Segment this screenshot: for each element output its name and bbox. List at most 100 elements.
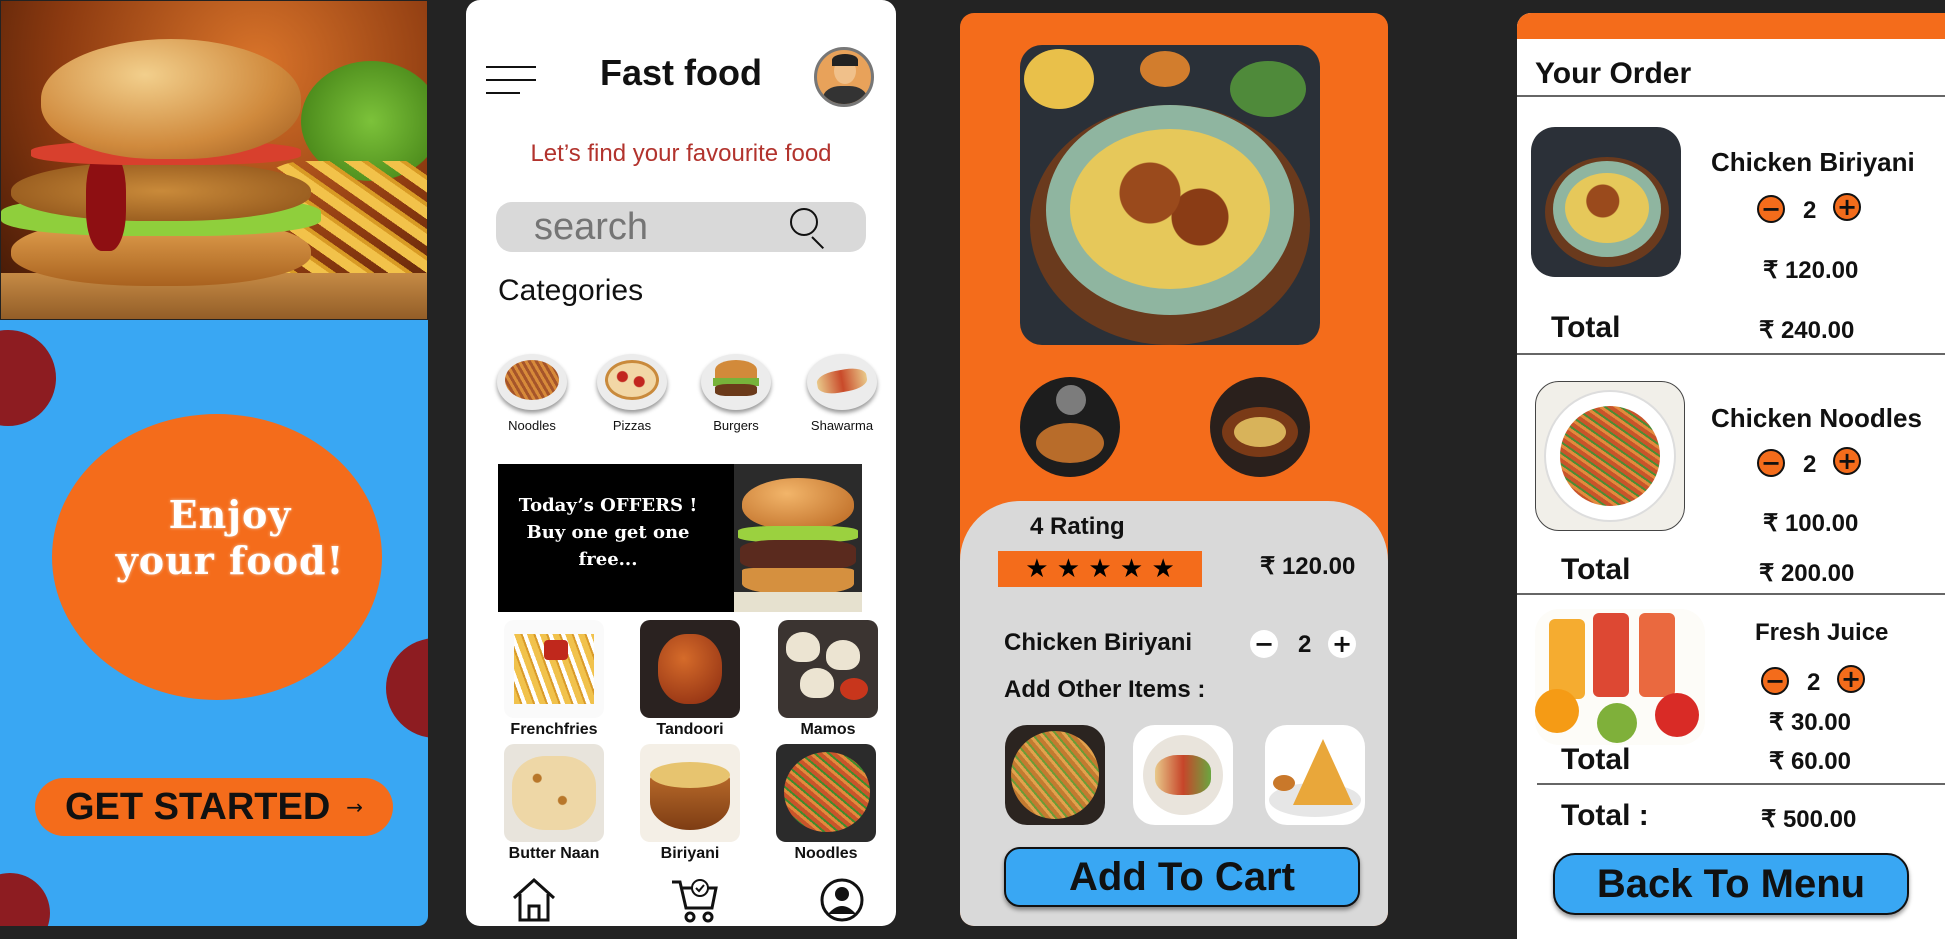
increment-button[interactable]: + bbox=[1833, 193, 1861, 221]
frenchfries-image bbox=[504, 620, 604, 718]
price-text: ₹ 120.00 bbox=[1260, 553, 1356, 580]
item-label: Tandoori bbox=[656, 721, 724, 738]
unit-price: ₹ 100.00 bbox=[1763, 510, 1859, 537]
item-total: ₹ 240.00 bbox=[1759, 317, 1855, 344]
quantity-value: 2 bbox=[1298, 631, 1312, 658]
get-started-label: GET STARTED bbox=[64, 785, 331, 828]
home-screen: Fast food Let’s find your favourite food… bbox=[466, 0, 896, 926]
quantity-value: 2 bbox=[1803, 197, 1817, 224]
home-icon[interactable] bbox=[510, 876, 558, 922]
order-screen: Your Order Chicken Biriyani − 2 + ₹ 120.… bbox=[1517, 13, 1945, 939]
search-bar bbox=[496, 202, 866, 252]
burger-image bbox=[701, 354, 771, 410]
item-butter-naan[interactable]: Butter Naan bbox=[502, 744, 606, 863]
total-label: Total bbox=[1551, 311, 1621, 344]
offer-text: Today’s OFFERS ! Buy one get one free... bbox=[518, 495, 698, 570]
order-item-name: Chicken Noodles bbox=[1711, 403, 1922, 433]
order-item-name: Chicken Biriyani bbox=[1711, 147, 1915, 177]
categories-heading: Categories bbox=[498, 274, 644, 307]
item-total: ₹ 60.00 bbox=[1769, 748, 1851, 775]
profile-icon[interactable] bbox=[820, 878, 864, 922]
item-frenchfries[interactable]: Frenchfries bbox=[502, 620, 606, 739]
category-label: Noodles bbox=[508, 418, 556, 433]
dish-name: Chicken Biriyani bbox=[1004, 629, 1193, 656]
category-pizzas[interactable]: Pizzas bbox=[592, 354, 672, 433]
biriyani-bowl-image bbox=[640, 744, 740, 842]
decor-circle bbox=[386, 638, 428, 738]
splash-screen: Enjoy your food! GET STARTED → bbox=[0, 0, 428, 926]
splash-headline: Enjoy your food! bbox=[115, 492, 345, 583]
item-tandoori[interactable]: Tandoori bbox=[638, 620, 742, 739]
quantity-value: 2 bbox=[1803, 451, 1817, 478]
category-shawarma[interactable]: Shawarma bbox=[800, 354, 884, 433]
total-label: Total bbox=[1561, 553, 1631, 586]
item-label: Mamos bbox=[800, 721, 856, 738]
item-total: ₹ 200.00 bbox=[1759, 560, 1855, 587]
order-item-image-biriyani bbox=[1531, 127, 1681, 277]
item-biriyani[interactable]: Biriyani bbox=[638, 744, 742, 863]
header-band bbox=[1517, 13, 1945, 39]
decrement-button[interactable]: − bbox=[1250, 630, 1278, 658]
biriyani-thumb-1[interactable] bbox=[1020, 377, 1120, 477]
item-noodles[interactable]: Noodles bbox=[774, 744, 878, 863]
category-burgers[interactable]: Burgers bbox=[696, 354, 776, 433]
order-item-image-juice bbox=[1535, 609, 1705, 745]
divider bbox=[1537, 783, 1945, 785]
butter-naan-image bbox=[504, 744, 604, 842]
quantity-value: 2 bbox=[1807, 669, 1821, 696]
add-items-label: Add Other Items : bbox=[1004, 676, 1206, 703]
decrement-button[interactable]: − bbox=[1757, 195, 1785, 223]
biriyani-main-image bbox=[1020, 45, 1320, 345]
grand-total: ₹ 500.00 bbox=[1761, 806, 1857, 833]
unit-price: ₹ 120.00 bbox=[1763, 257, 1859, 284]
item-label: Frenchfries bbox=[510, 721, 598, 738]
cart-icon[interactable] bbox=[670, 876, 720, 924]
pizza-image bbox=[597, 354, 667, 410]
decrement-button[interactable]: − bbox=[1761, 667, 1789, 695]
rating-stars: ★ ★ ★ ★ ★ bbox=[998, 551, 1202, 587]
item-label: Noodles bbox=[794, 845, 858, 862]
add-item-shawarma[interactable] bbox=[1133, 725, 1233, 825]
get-started-button[interactable]: GET STARTED → bbox=[35, 778, 393, 836]
category-label: Shawarma bbox=[810, 418, 874, 433]
total-label: Total bbox=[1561, 743, 1631, 776]
decrement-button[interactable]: − bbox=[1757, 449, 1785, 477]
category-label: Pizzas bbox=[612, 418, 652, 433]
add-item-dosa[interactable] bbox=[1265, 725, 1365, 825]
rating-label: 4 Rating bbox=[1030, 513, 1125, 540]
decor-circle bbox=[0, 330, 56, 426]
page-subtitle: Let’s find your favourite food bbox=[530, 140, 832, 167]
detail-screen: 4 Rating ★ ★ ★ ★ ★ ₹ 120.00 Chicken Biri… bbox=[960, 13, 1388, 926]
arrow-right-icon: → bbox=[346, 795, 364, 819]
avatar[interactable] bbox=[814, 47, 874, 107]
divider bbox=[1517, 353, 1945, 355]
divider bbox=[1517, 95, 1945, 97]
unit-price: ₹ 30.00 bbox=[1769, 709, 1851, 736]
search-icon[interactable] bbox=[786, 206, 830, 250]
offer-banner[interactable]: Today’s OFFERS ! Buy one get one free... bbox=[498, 464, 862, 612]
category-noodles[interactable]: Noodles bbox=[492, 354, 572, 433]
offer-burger-image bbox=[734, 464, 862, 612]
item-mamos[interactable]: Mamos bbox=[776, 620, 880, 739]
search-input[interactable] bbox=[534, 208, 784, 246]
add-to-cart-button[interactable]: Add To Cart bbox=[1004, 847, 1360, 907]
tandoori-image bbox=[640, 620, 740, 718]
back-to-menu-button[interactable]: Back To Menu bbox=[1553, 853, 1909, 915]
grand-total-label: Total : bbox=[1561, 799, 1649, 832]
item-label: Biriyani bbox=[660, 845, 720, 862]
order-item-image-noodles bbox=[1535, 381, 1685, 531]
bottom-nav bbox=[466, 872, 896, 926]
noodles-image bbox=[497, 354, 567, 410]
category-label: Burgers bbox=[713, 418, 759, 433]
increment-button[interactable]: + bbox=[1837, 665, 1865, 693]
noodles-plate-image bbox=[776, 744, 876, 842]
order-heading: Your Order bbox=[1535, 57, 1692, 90]
divider bbox=[1517, 593, 1945, 595]
increment-button[interactable]: + bbox=[1328, 630, 1356, 658]
add-item-noodles[interactable] bbox=[1005, 725, 1105, 825]
momos-image bbox=[778, 620, 878, 718]
increment-button[interactable]: + bbox=[1833, 447, 1861, 475]
order-item-name: Fresh Juice bbox=[1755, 619, 1889, 646]
biriyani-thumb-2[interactable] bbox=[1210, 377, 1310, 477]
decor-circle bbox=[0, 873, 50, 926]
